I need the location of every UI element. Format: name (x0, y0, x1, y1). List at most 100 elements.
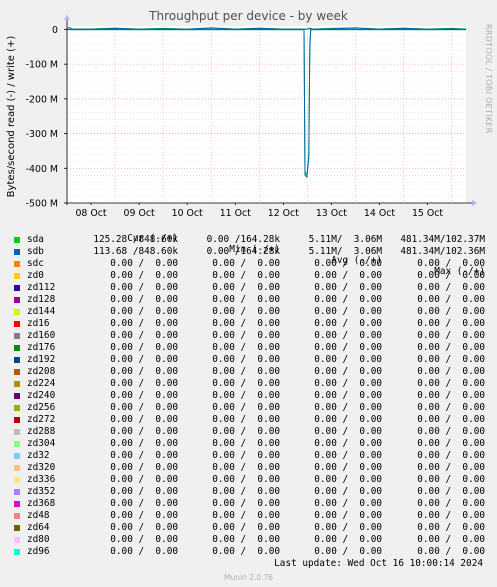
legend-name: zd176 (27, 342, 56, 353)
legend-max: 0.00 / 0.00 (417, 366, 485, 377)
legend-min: 0.00 /164.28k (206, 234, 280, 245)
legend-name: zd352 (27, 486, 56, 497)
legend-min: 0.00 / 0.00 (212, 426, 280, 437)
legend-row: zd128 0.00 / 0.00 0.00 / 0.00 0.00 / 0.00 0.… (0, 294, 497, 305)
legend-row: zd208 0.00 / 0.00 0.00 / 0.00 0.00 / 0.00 0.… (0, 366, 497, 377)
legend-swatch (14, 297, 20, 303)
legend-swatch (14, 465, 20, 471)
legend-swatch (14, 249, 20, 255)
legend-name: zd240 (27, 390, 56, 401)
legend-avg: 0.00 / 0.00 (314, 306, 382, 317)
legend-min: 0.00 / 0.00 (212, 306, 280, 317)
legend-min: 0.00 / 0.00 (212, 534, 280, 545)
legend-swatch (14, 477, 20, 483)
legend-swatch (14, 273, 20, 279)
legend-row: zd48 0.00 / 0.00 0.00 / 0.00 0.00 / 0.00 0.0… (0, 510, 497, 521)
legend-min: 0.00 / 0.00 (212, 498, 280, 509)
legend-row: sdc 0.00 / 0.00 0.00 / 0.00 0.00 / 0.00 0.00… (0, 258, 497, 269)
legend-max: 481.34M/102.36M (400, 246, 485, 257)
legend-max: 0.00 / 0.00 (417, 474, 485, 485)
legend-max: 0.00 / 0.00 (417, 258, 485, 269)
legend-min: 0.00 /164.28k (206, 246, 280, 257)
legend-avg: 0.00 / 0.00 (314, 330, 382, 341)
legend-swatch (14, 549, 20, 555)
legend-cur: 0.00 / 0.00 (110, 450, 178, 461)
legend-row: zd304 0.00 / 0.00 0.00 / 0.00 0.00 / 0.00 0.… (0, 438, 497, 449)
legend-min: 0.00 / 0.00 (212, 354, 280, 365)
legend-name: zd224 (27, 378, 56, 389)
legend-cur: 0.00 / 0.00 (110, 426, 178, 437)
legend-avg: 0.00 / 0.00 (314, 390, 382, 401)
legend-avg: 0.00 / 0.00 (314, 474, 382, 485)
legend-swatch (14, 345, 20, 351)
legend-swatch (14, 429, 20, 435)
legend-name: zd160 (27, 330, 56, 341)
legend-cur: 0.00 / 0.00 (110, 510, 178, 521)
legend-min: 0.00 / 0.00 (212, 342, 280, 353)
legend-name: zd96 (27, 546, 50, 557)
legend-avg: 0.00 / 0.00 (314, 378, 382, 389)
legend-avg: 5.11M/ 3.06M (308, 246, 382, 257)
legend-row: sdb 113.68 /848.60k 0.00 /164.28k 5.11M/ 3.… (0, 246, 497, 257)
legend-max: 0.00 / 0.00 (417, 534, 485, 545)
legend-row: zd272 0.00 / 0.00 0.00 / 0.00 0.00 / 0.00 0.… (0, 414, 497, 425)
legend-swatch (14, 333, 20, 339)
legend-row: zd224 0.00 / 0.00 0.00 / 0.00 0.00 / 0.00 0.… (0, 378, 497, 389)
legend-avg: 0.00 / 0.00 (314, 426, 382, 437)
legend-min: 0.00 / 0.00 (212, 318, 280, 329)
legend-header: Cur (-/+) Min (-/+) Avg (-/+) Max (-/+) (0, 222, 497, 277)
legend-min: 0.00 / 0.00 (212, 402, 280, 413)
legend-cur: 0.00 / 0.00 (110, 402, 178, 413)
legend-swatch (14, 357, 20, 363)
legend-name: zd144 (27, 306, 56, 317)
legend-row: zd256 0.00 / 0.00 0.00 / 0.00 0.00 / 0.00 0.… (0, 402, 497, 413)
legend-avg: 0.00 / 0.00 (314, 438, 382, 449)
legend-row: zd336 0.00 / 0.00 0.00 / 0.00 0.00 / 0.00 0.… (0, 474, 497, 485)
legend-min: 0.00 / 0.00 (212, 378, 280, 389)
legend-name: zd368 (27, 498, 56, 509)
legend-name: zd0 (27, 270, 44, 281)
legend-min: 0.00 / 0.00 (212, 366, 280, 377)
legend-name: sdb (27, 246, 44, 257)
legend-swatch (14, 441, 20, 447)
legend-swatch (14, 405, 20, 411)
legend-avg: 0.00 / 0.00 (314, 414, 382, 425)
legend-max: 0.00 / 0.00 (417, 498, 485, 509)
legend-cur: 0.00 / 0.00 (110, 378, 178, 389)
legend-max: 0.00 / 0.00 (417, 378, 485, 389)
legend-max: 0.00 / 0.00 (417, 426, 485, 437)
legend-row: zd352 0.00 / 0.00 0.00 / 0.00 0.00 / 0.00 0.… (0, 486, 497, 497)
legend-cur: 0.00 / 0.00 (110, 330, 178, 341)
legend-name: zd320 (27, 462, 56, 473)
legend-min: 0.00 / 0.00 (212, 522, 280, 533)
legend-cur: 125.28 /848.60k (93, 234, 178, 245)
legend-row: zd176 0.00 / 0.00 0.00 / 0.00 0.00 / 0.00 0.… (0, 342, 497, 353)
legend-avg: 0.00 / 0.00 (314, 498, 382, 509)
legend-swatch (14, 525, 20, 531)
legend-min: 0.00 / 0.00 (212, 258, 280, 269)
legend-name: sda (27, 234, 44, 245)
legend-row: zd16 0.00 / 0.00 0.00 / 0.00 0.00 / 0.00 0.0… (0, 318, 497, 329)
legend-min: 0.00 / 0.00 (212, 474, 280, 485)
legend-min: 0.00 / 0.00 (212, 414, 280, 425)
legend-swatch (14, 453, 20, 459)
legend-row: zd96 0.00 / 0.00 0.00 / 0.00 0.00 / 0.00 0.0… (0, 546, 497, 557)
legend-swatch (14, 417, 20, 423)
legend-max: 0.00 / 0.00 (417, 510, 485, 521)
legend-avg: 0.00 / 0.00 (314, 294, 382, 305)
last-update: Last update: Wed Oct 16 10:00:14 2024 (274, 558, 483, 569)
legend-table: Cur (-/+) Min (-/+) Avg (-/+) Max (-/+) … (0, 0, 497, 587)
legend-name: zd336 (27, 474, 56, 485)
legend-cur: 0.00 / 0.00 (110, 258, 178, 269)
legend-avg: 0.00 / 0.00 (314, 450, 382, 461)
legend-max: 0.00 / 0.00 (417, 270, 485, 281)
legend-avg: 5.11M/ 3.06M (308, 234, 382, 245)
legend-cur: 0.00 / 0.00 (110, 414, 178, 425)
legend-name: zd272 (27, 414, 56, 425)
legend-swatch (14, 381, 20, 387)
legend-avg: 0.00 / 0.00 (314, 282, 382, 293)
legend-min: 0.00 / 0.00 (212, 270, 280, 281)
legend-avg: 0.00 / 0.00 (314, 522, 382, 533)
legend-row: zd240 0.00 / 0.00 0.00 / 0.00 0.00 / 0.00 0.… (0, 390, 497, 401)
legend-min: 0.00 / 0.00 (212, 546, 280, 557)
